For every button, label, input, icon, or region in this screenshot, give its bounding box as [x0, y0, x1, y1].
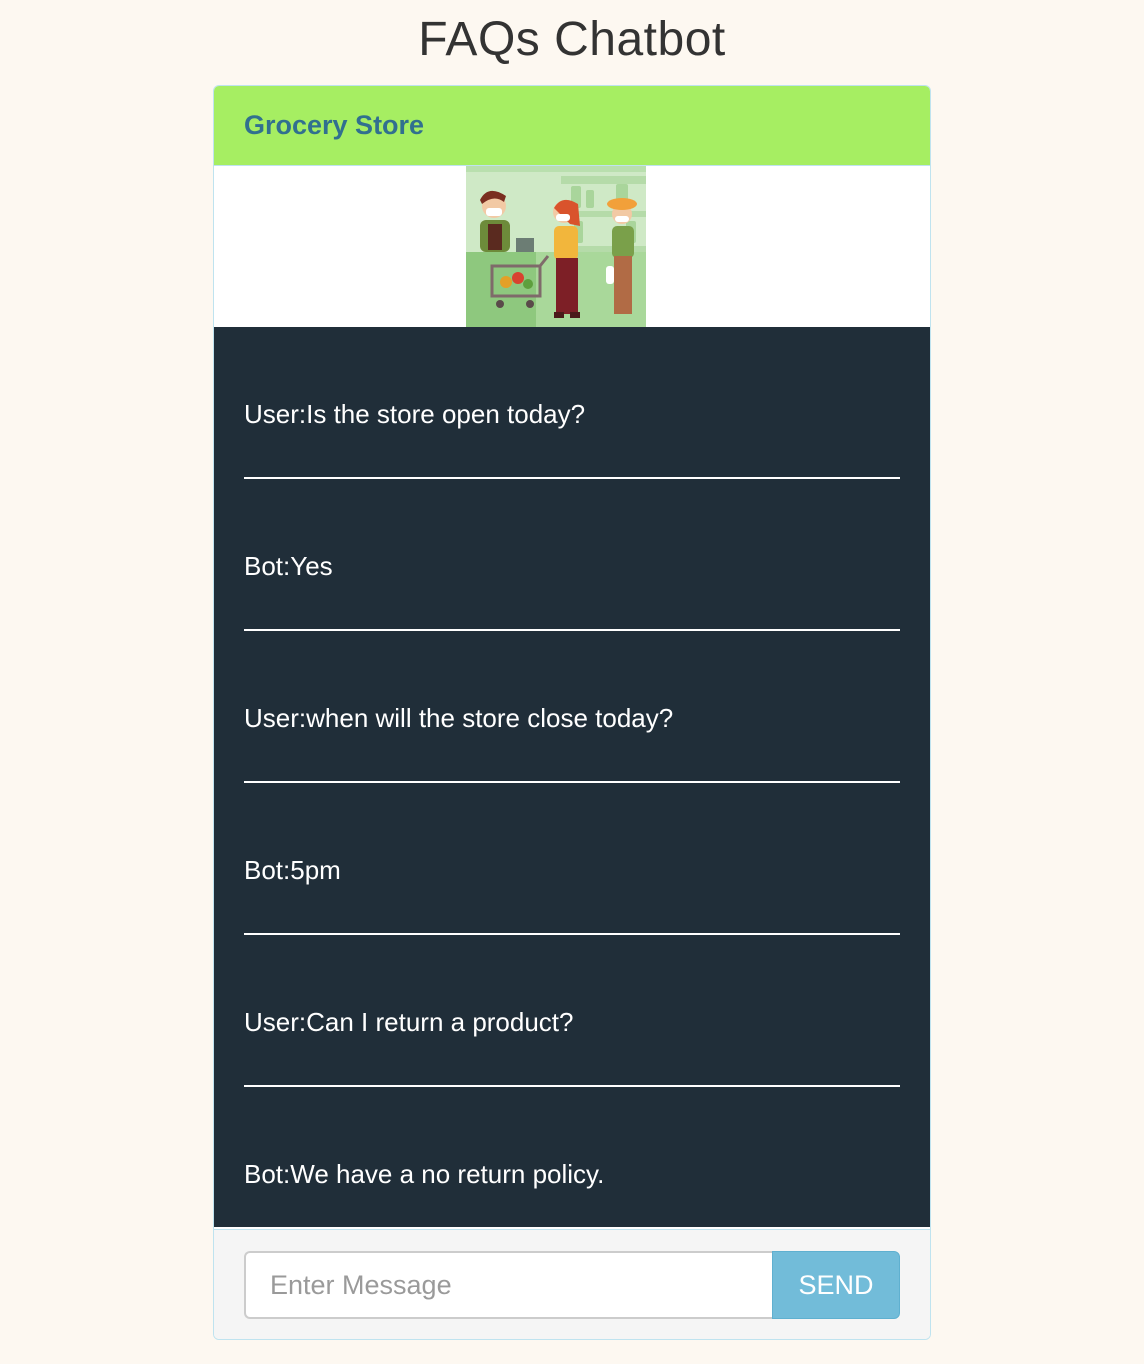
message-composer: SEND — [214, 1229, 930, 1339]
message-input[interactable] — [244, 1251, 772, 1319]
store-image-area — [214, 166, 930, 327]
chat-panel: Grocery Store User:Is the store open tod… — [213, 85, 931, 1340]
chat-message-user: User:Can I return a product? — [244, 935, 900, 1087]
message-input-group: SEND — [244, 1251, 900, 1319]
panel-header: Grocery Store — [214, 86, 930, 166]
chat-message-user: User:Is the store open today? — [244, 327, 900, 479]
chat-message-bot: Bot:Yes — [244, 479, 900, 631]
chat-message-bot: Bot:We have a no return policy. — [244, 1159, 605, 1189]
chat-message-user: User:when will the store close today? — [244, 631, 900, 783]
panel-title: Grocery Store — [244, 110, 425, 140]
page-title: FAQs Chatbot — [418, 13, 726, 66]
chat-message-bot: Bot:5pm — [244, 783, 900, 935]
send-button[interactable]: SEND — [772, 1251, 900, 1319]
grocery-store-illustration — [466, 166, 646, 327]
chat-log: User:Is the store open today? Bot:Yes Us… — [214, 327, 930, 1227]
